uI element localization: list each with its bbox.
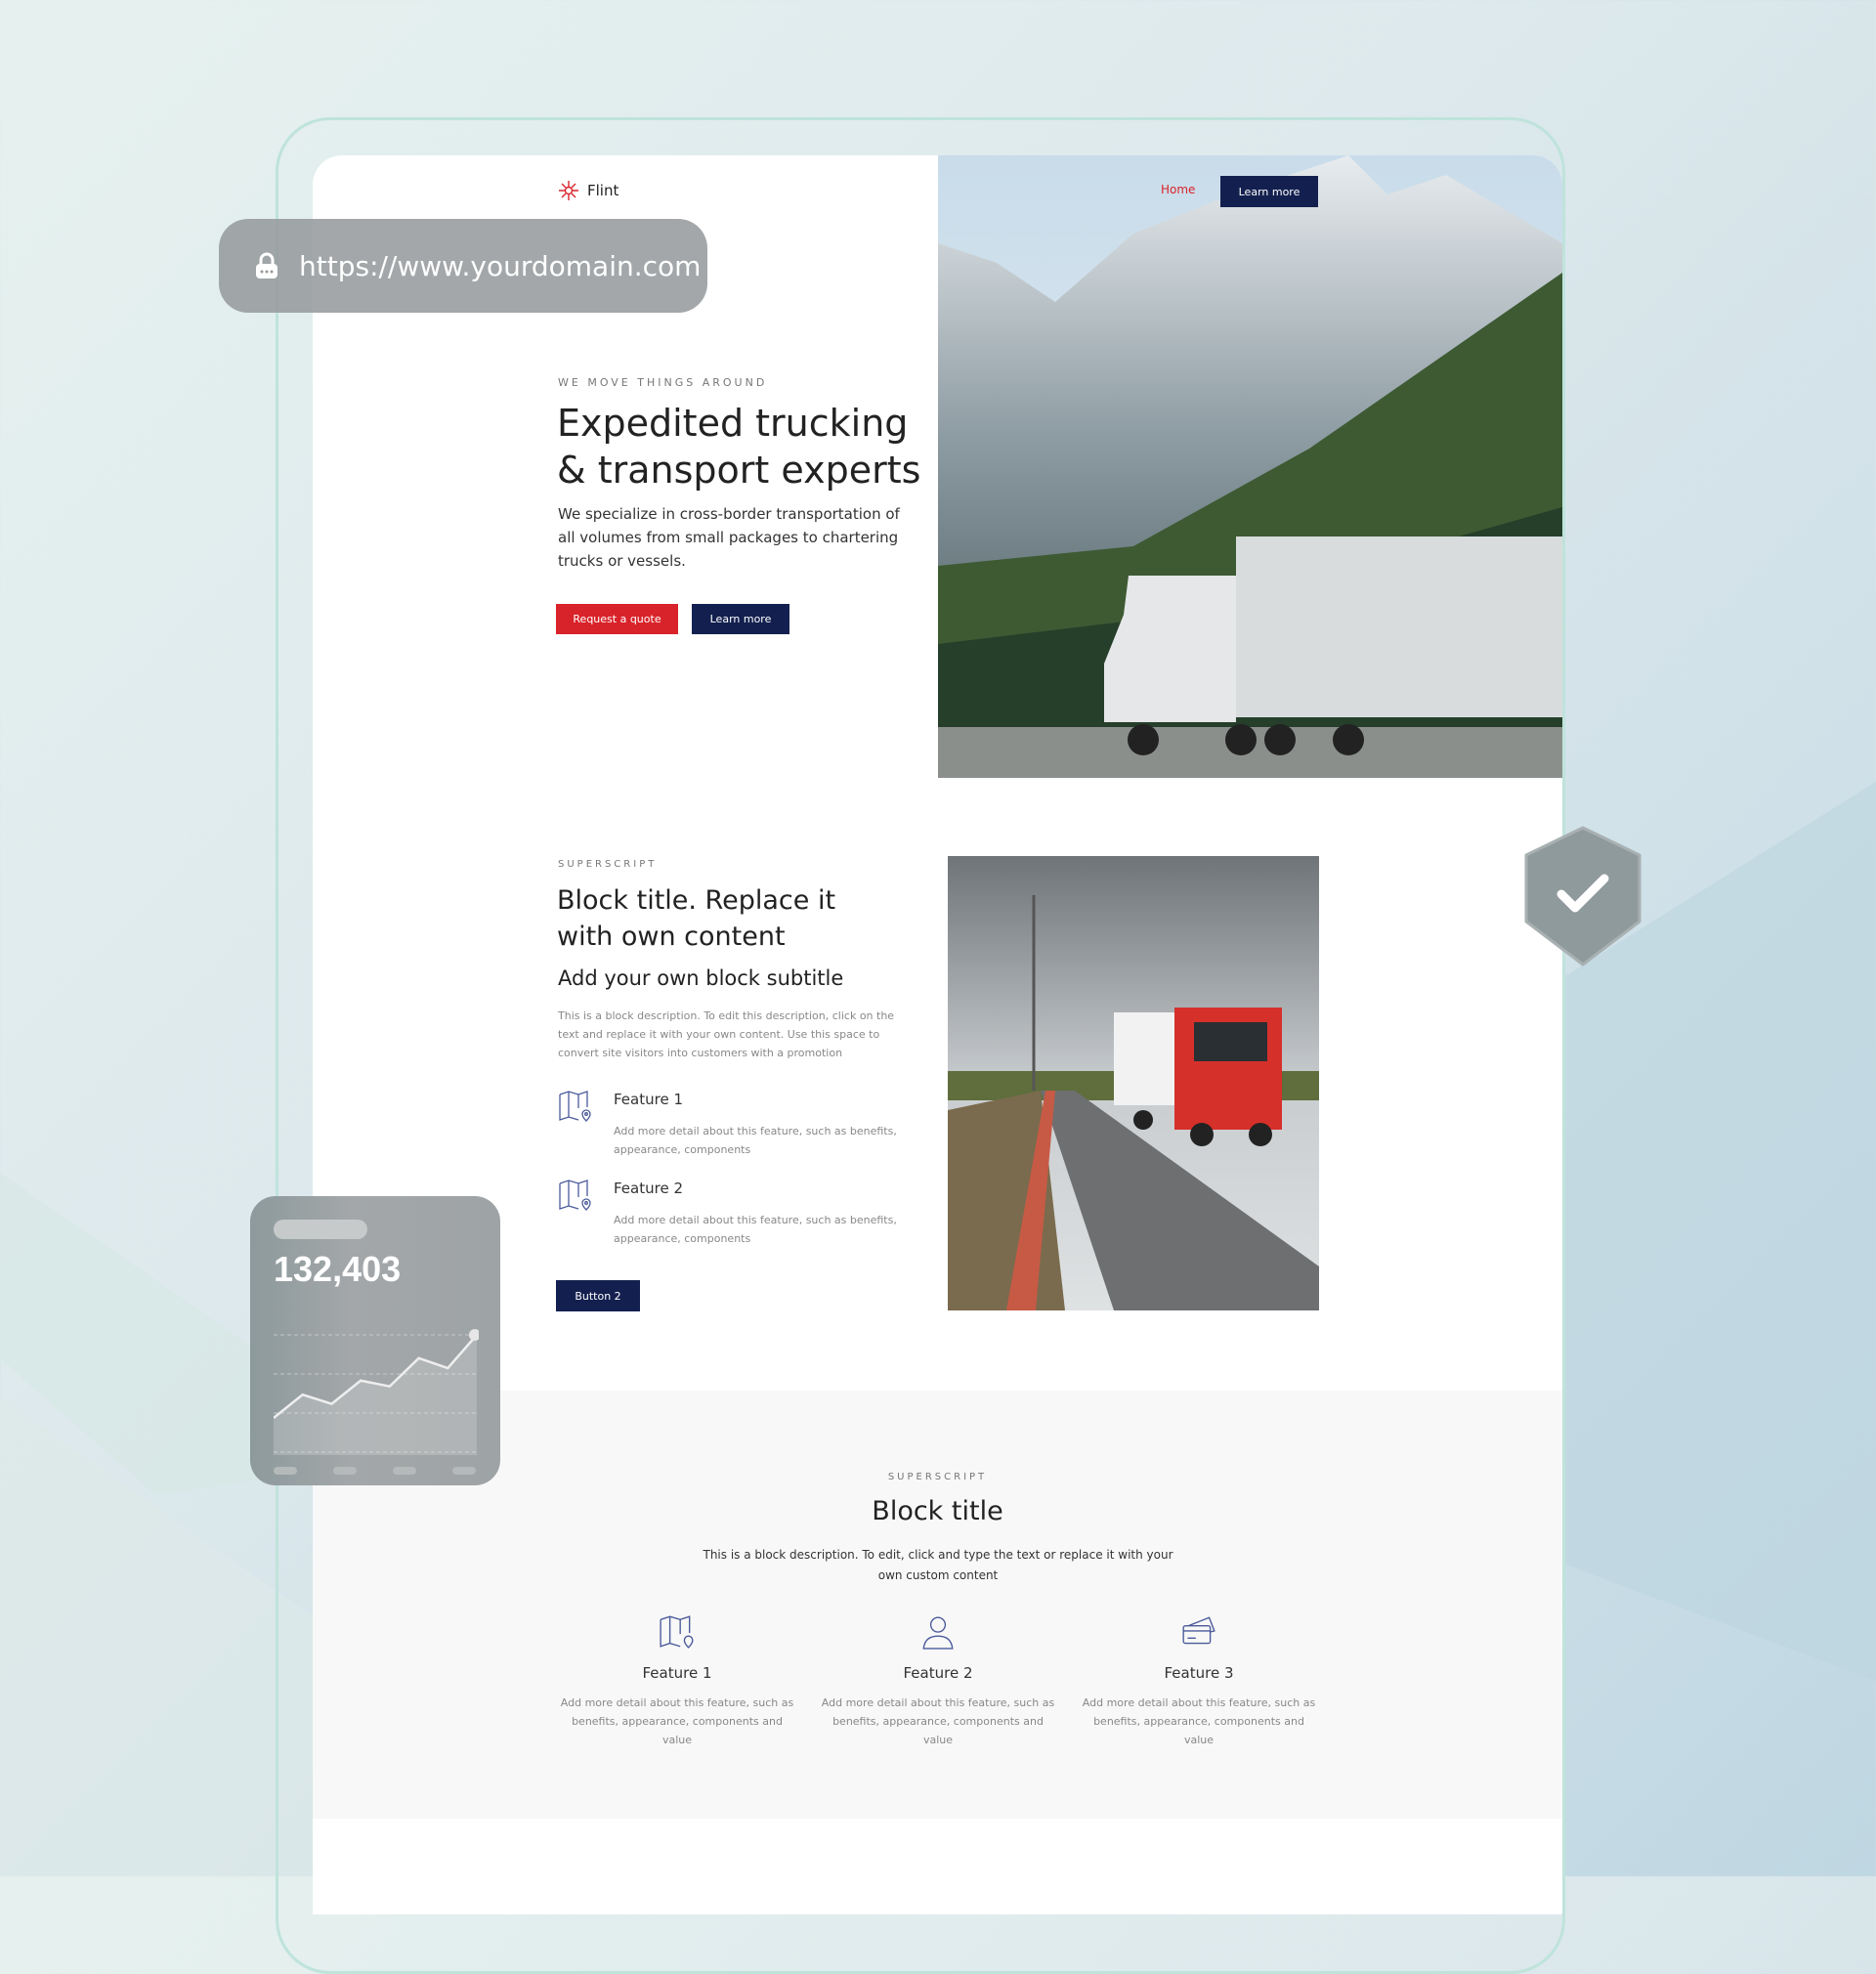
map-pin-icon xyxy=(559,1091,591,1122)
nav-learn-more-button[interactable]: Learn more xyxy=(1220,176,1318,207)
hero-image-mountain-truck xyxy=(938,155,1562,778)
feature-label: Feature 2 xyxy=(903,1664,973,1682)
learn-more-button[interactable]: Learn more xyxy=(692,604,789,634)
block-subtitle: Add your own block subtitle xyxy=(558,966,844,990)
hero-title: Expedited trucking & transport experts xyxy=(557,402,921,492)
map-pin-icon xyxy=(559,1180,591,1211)
feature-detail: Add more detail about this feature, such… xyxy=(821,1696,1055,1746)
feature-label: Feature 1 xyxy=(642,1664,712,1682)
feature-item: Feature 1 Add more detail about this fea… xyxy=(558,1089,897,1156)
map-pin-icon xyxy=(660,1615,694,1649)
stats-card: 132,403 xyxy=(250,1196,500,1485)
block-description: This is a block description. To edit thi… xyxy=(558,1009,895,1059)
flint-logo-icon xyxy=(559,181,578,200)
hero-description: We specialize in cross-border transporta… xyxy=(558,505,900,570)
shield-check-badge xyxy=(1524,826,1642,970)
feature-label: Feature 3 xyxy=(1164,1664,1234,1682)
feature-item: Feature 2 Add more detail about this fea… xyxy=(558,1178,897,1245)
features-description: This is a block description. To edit, cl… xyxy=(703,1548,1173,1582)
sparkline-endpoint xyxy=(469,1329,479,1341)
address-bar[interactable]: https://www.yourdomain.com xyxy=(219,219,707,313)
stats-label-placeholder xyxy=(274,1220,367,1239)
url-text: https://www.yourdomain.com xyxy=(299,249,702,282)
features-title: Block title xyxy=(872,1496,1003,1526)
button-2[interactable]: Button 2 xyxy=(556,1280,640,1311)
feature-label: Feature 1 xyxy=(614,1091,683,1108)
block-title: Block title. Replace it with own content xyxy=(557,885,836,952)
stats-sparkline xyxy=(274,1329,479,1475)
shield-check-icon xyxy=(1524,826,1642,966)
hero-superscript: WE MOVE THINGS AROUND xyxy=(558,376,768,389)
feature-detail: Add more detail about this feature, such… xyxy=(614,1214,897,1245)
block-superscript: SUPERSCRIPT xyxy=(558,859,658,870)
brand-name: Flint xyxy=(587,182,619,199)
feature-card: Feature 3 Add more detail about this fea… xyxy=(1082,1613,1316,1749)
brand-logo[interactable]: Flint xyxy=(558,180,618,201)
person-icon xyxy=(922,1616,954,1650)
feature-detail: Add more detail about this feature, such… xyxy=(1082,1696,1316,1746)
stats-value: 132,403 xyxy=(274,1249,402,1289)
red-truck-bridge-image xyxy=(948,856,1319,1310)
credit-card-icon xyxy=(1182,1616,1215,1645)
feature-detail: Add more detail about this feature, such… xyxy=(560,1696,794,1746)
nav-home-link[interactable]: Home xyxy=(1161,183,1195,196)
features-superscript: SUPERSCRIPT xyxy=(887,1472,988,1482)
x-label-placeholder xyxy=(393,1467,416,1475)
lock-icon xyxy=(256,252,277,279)
request-quote-button[interactable]: Request a quote xyxy=(556,604,678,634)
x-label-placeholder xyxy=(274,1467,297,1475)
x-label-placeholder xyxy=(452,1467,476,1475)
website-page: Flint Home Learn more WE MOVE THINGS ARO… xyxy=(313,155,1562,1914)
feature-card: Feature 1 Add more detail about this fea… xyxy=(560,1613,794,1749)
x-label-placeholder xyxy=(333,1467,357,1475)
feature-label: Feature 2 xyxy=(614,1180,683,1197)
feature-card: Feature 2 Add more detail about this fea… xyxy=(821,1613,1055,1749)
feature-detail: Add more detail about this feature, such… xyxy=(614,1125,897,1156)
